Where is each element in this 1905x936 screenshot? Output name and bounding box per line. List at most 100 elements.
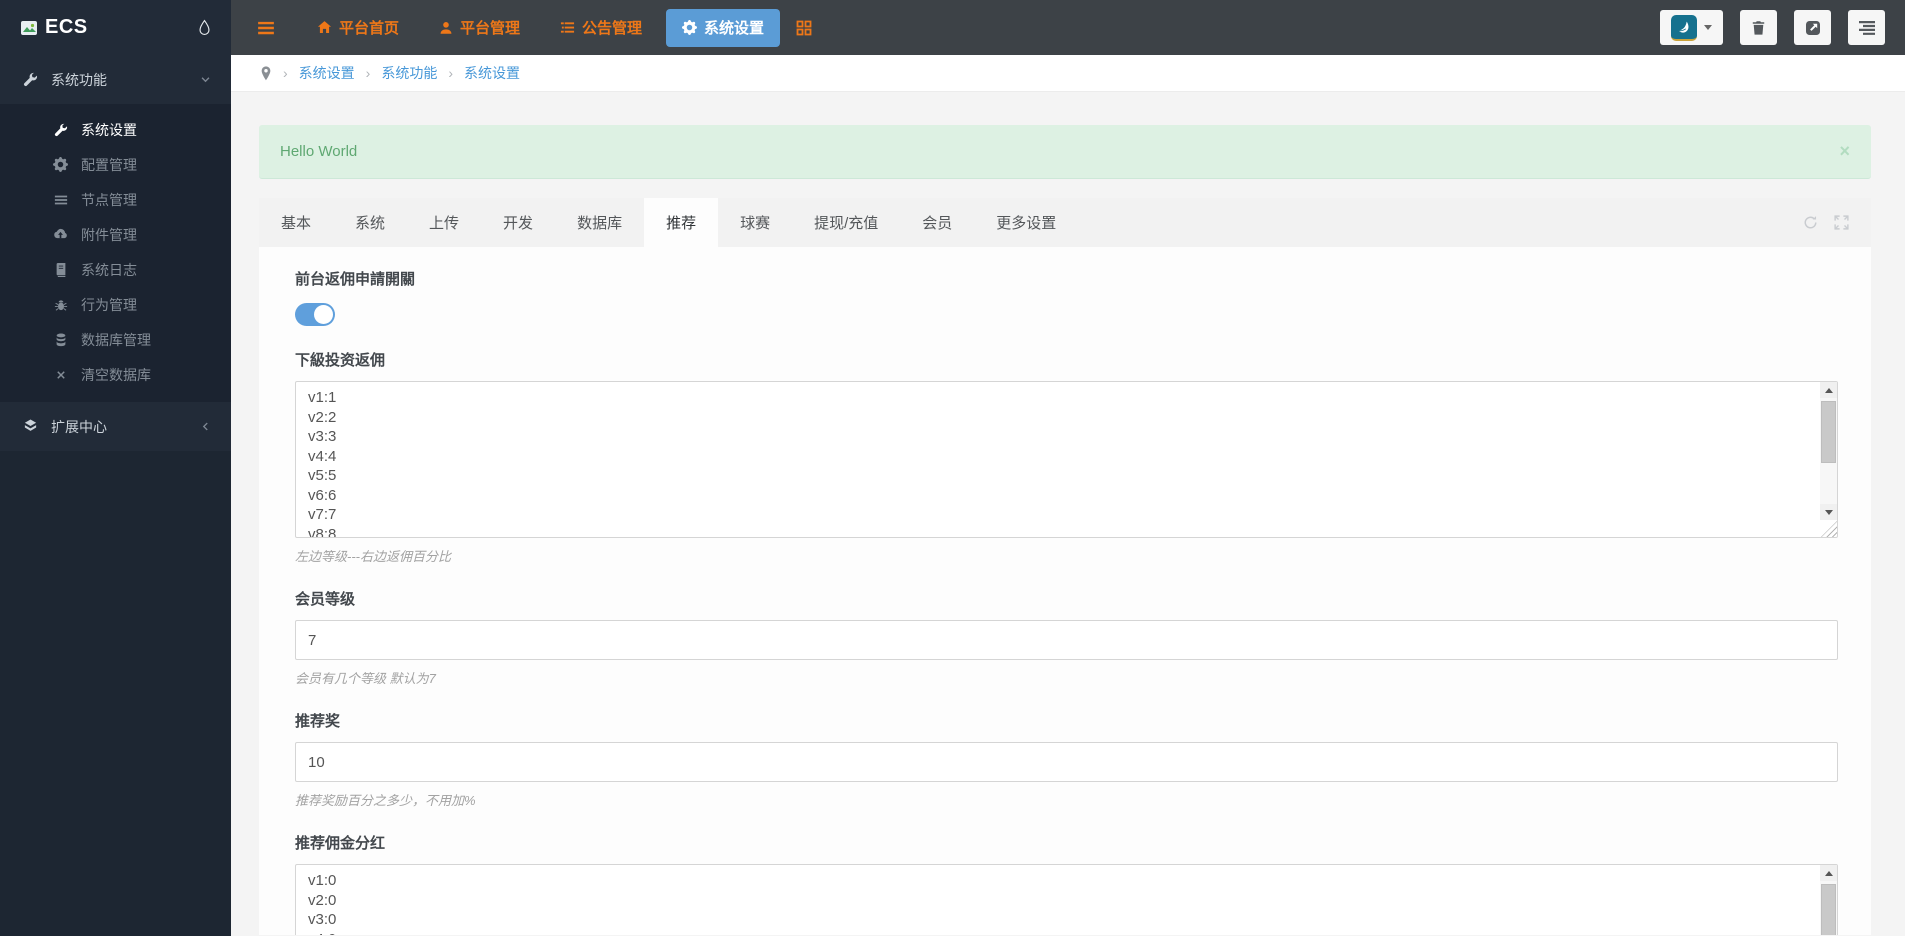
tab-develop[interactable]: 开发: [481, 198, 555, 247]
breadcrumb-link-system-functions[interactable]: 系统功能: [381, 63, 437, 83]
referral-commission-textarea-wrap: v1:0 v2:0 v3:0 v4:0 v5:0 v6:0 v7:0: [295, 864, 1838, 935]
trash-button[interactable]: [1740, 10, 1777, 45]
grid-icon[interactable]: [796, 20, 812, 36]
breadcrumb-link-current[interactable]: 系统设置: [464, 63, 520, 83]
breadcrumb-separator: ›: [366, 65, 371, 81]
tab-panel-recommend: 前台返佣申請開關 下級投资返佣 v1:1 v2:2 v3:3 v4:4 v5:5…: [259, 247, 1871, 935]
sidebar-item-system-logs[interactable]: 系统日志: [0, 252, 231, 287]
database-icon: [53, 333, 68, 347]
tab-withdraw-recharge[interactable]: 提现/充值: [792, 198, 900, 247]
bars-icon: [53, 193, 68, 207]
gears-icon: [53, 157, 68, 172]
bug-icon: [53, 298, 68, 312]
invest-rebate-textarea[interactable]: v1:1 v2:2 v3:3 v4:4 v5:5 v6:6 v7:7 v8:8: [295, 381, 1838, 538]
topnav-item-announcement-management[interactable]: 公告管理: [544, 9, 658, 47]
tab-system[interactable]: 系统: [333, 198, 407, 247]
breadcrumb-link-system-settings[interactable]: 系统设置: [299, 63, 355, 83]
user-avatar-button[interactable]: [1660, 10, 1723, 45]
sidebar-footer-area: [0, 451, 231, 936]
form-group-rebate-switch: 前台返佣申請開關: [295, 268, 1838, 326]
sidebar-item-label: 节点管理: [81, 190, 137, 210]
refresh-icon[interactable]: [1803, 215, 1818, 230]
alert-message: Hello World: [280, 143, 357, 160]
tab-basic[interactable]: 基本: [259, 198, 333, 247]
close-icon[interactable]: ×: [1839, 141, 1850, 162]
breadcrumb: › 系统设置 › 系统功能 › 系统设置: [231, 55, 1905, 92]
settings-tabs: 基本 系统 上传 开发 数据库 推荐 球赛 提现/充值 会员 更多设置: [259, 198, 1871, 247]
sidebar-item-node-management[interactable]: 节点管理: [0, 182, 231, 217]
textarea-scrollbar[interactable]: [1820, 865, 1837, 935]
sidebar-item-clear-database[interactable]: 清空数据库: [0, 357, 231, 392]
caret-down-icon: [1704, 25, 1712, 30]
sidebar-item-label: 行为管理: [81, 295, 137, 315]
triangle-down-icon: [1825, 510, 1833, 515]
home-icon: [317, 20, 332, 35]
chevron-left-icon: [200, 421, 211, 432]
topnav-item-system-settings[interactable]: 系统设置: [666, 9, 780, 47]
menu-list-button[interactable]: [1848, 10, 1885, 45]
referral-commission-textarea[interactable]: v1:0 v2:0 v3:0 v4:0 v5:0 v6:0 v7:0: [295, 864, 1838, 935]
scroll-down-button[interactable]: [1820, 504, 1837, 520]
droplet-icon[interactable]: [198, 19, 211, 36]
fullscreen-icon[interactable]: [1834, 215, 1849, 230]
triangle-up-icon: [1825, 388, 1833, 393]
sidebar-group-extension-center[interactable]: 扩展中心: [0, 402, 231, 451]
success-alert: Hello World ×: [259, 125, 1871, 179]
tab-database[interactable]: 数据库: [555, 198, 644, 247]
textarea-scrollbar[interactable]: [1820, 382, 1837, 520]
sidebar-item-database-management[interactable]: 数据库管理: [0, 322, 231, 357]
sidebar-item-attachment-management[interactable]: 附件管理: [0, 217, 231, 252]
main-content: Hello World × 基本 系统 上传 开发 数据库 推荐 球赛 提现/充…: [231, 92, 1905, 935]
hamburger-icon[interactable]: [257, 19, 275, 37]
rebate-switch-toggle[interactable]: [295, 303, 335, 326]
scrollbar-thumb[interactable]: [1821, 401, 1836, 463]
announcement-list-icon: [560, 20, 575, 35]
tab-recommend[interactable]: 推荐: [644, 198, 718, 247]
tab-more-settings[interactable]: 更多设置: [974, 198, 1078, 247]
tab-upload[interactable]: 上传: [407, 198, 481, 247]
sidebar-group-system-functions[interactable]: 系统功能: [0, 55, 231, 104]
sidebar-group-label: 系统功能: [51, 70, 107, 90]
logo-text: ECS: [45, 16, 88, 39]
share-button[interactable]: [1794, 10, 1831, 45]
scroll-up-button[interactable]: [1820, 865, 1837, 881]
sidebar-item-system-settings[interactable]: 系统设置: [0, 112, 231, 147]
breadcrumb-separator: ›: [448, 65, 453, 81]
sidebar: ECS 系统功能 系统设置 配置管理: [0, 0, 231, 935]
referral-bonus-input[interactable]: [295, 742, 1838, 782]
sidebar-item-label: 系统设置: [81, 120, 137, 140]
topnav-item-label: 平台管理: [460, 17, 520, 38]
field-label: 会员等级: [295, 588, 1838, 609]
member-level-input[interactable]: [295, 620, 1838, 660]
logo-image-icon: [20, 19, 38, 37]
field-help: 左边等级---右边返佣百分比: [295, 546, 1838, 565]
tab-member[interactable]: 会员: [900, 198, 974, 247]
scrollbar-track[interactable]: [1820, 881, 1837, 935]
wrench-icon: [53, 123, 68, 137]
field-label: 推荐佣金分红: [295, 832, 1838, 853]
field-help: 会员有几个等级 默认为7: [295, 668, 1838, 687]
form-group-referral-bonus: 推荐奖 推荐奖励百分之多少，不用加%: [295, 710, 1838, 809]
app-logo[interactable]: ECS: [0, 0, 231, 55]
scrollbar-track[interactable]: [1820, 398, 1837, 504]
form-group-member-level: 会员等级 会员有几个等级 默认为7: [295, 588, 1838, 687]
sidebar-item-label: 附件管理: [81, 225, 137, 245]
tab-match[interactable]: 球赛: [718, 198, 792, 247]
sidebar-item-behavior-management[interactable]: 行为管理: [0, 287, 231, 322]
sidebar-submenu: 系统设置 配置管理 节点管理 附件管理 系统日志: [0, 104, 231, 402]
field-label: 下級投资返佣: [295, 349, 1838, 370]
sidebar-item-label: 清空数据库: [81, 365, 151, 385]
form-group-referral-commission: 推荐佣金分红 v1:0 v2:0 v3:0 v4:0 v5:0 v6:0 v7:…: [295, 832, 1838, 935]
topnav-item-label: 平台首页: [339, 17, 399, 38]
topnav-item-platform-management[interactable]: 平台管理: [423, 9, 536, 47]
field-help: 推荐奖励百分之多少，不用加%: [295, 790, 1838, 809]
gear-icon: [682, 20, 697, 35]
sidebar-item-config-management[interactable]: 配置管理: [0, 147, 231, 182]
topnav-item-platform-home[interactable]: 平台首页: [301, 9, 415, 47]
sidebar-item-label: 配置管理: [81, 155, 137, 175]
form-group-invest-rebate: 下級投资返佣 v1:1 v2:2 v3:3 v4:4 v5:5 v6:6 v7:…: [295, 349, 1838, 565]
invest-rebate-textarea-wrap: v1:1 v2:2 v3:3 v4:4 v5:5 v6:6 v7:7 v8:8: [295, 381, 1838, 538]
scrollbar-thumb[interactable]: [1821, 884, 1836, 935]
scroll-up-button[interactable]: [1820, 382, 1837, 398]
topnav-items: 平台首页 平台管理 公告管理 系统设置: [301, 9, 812, 47]
